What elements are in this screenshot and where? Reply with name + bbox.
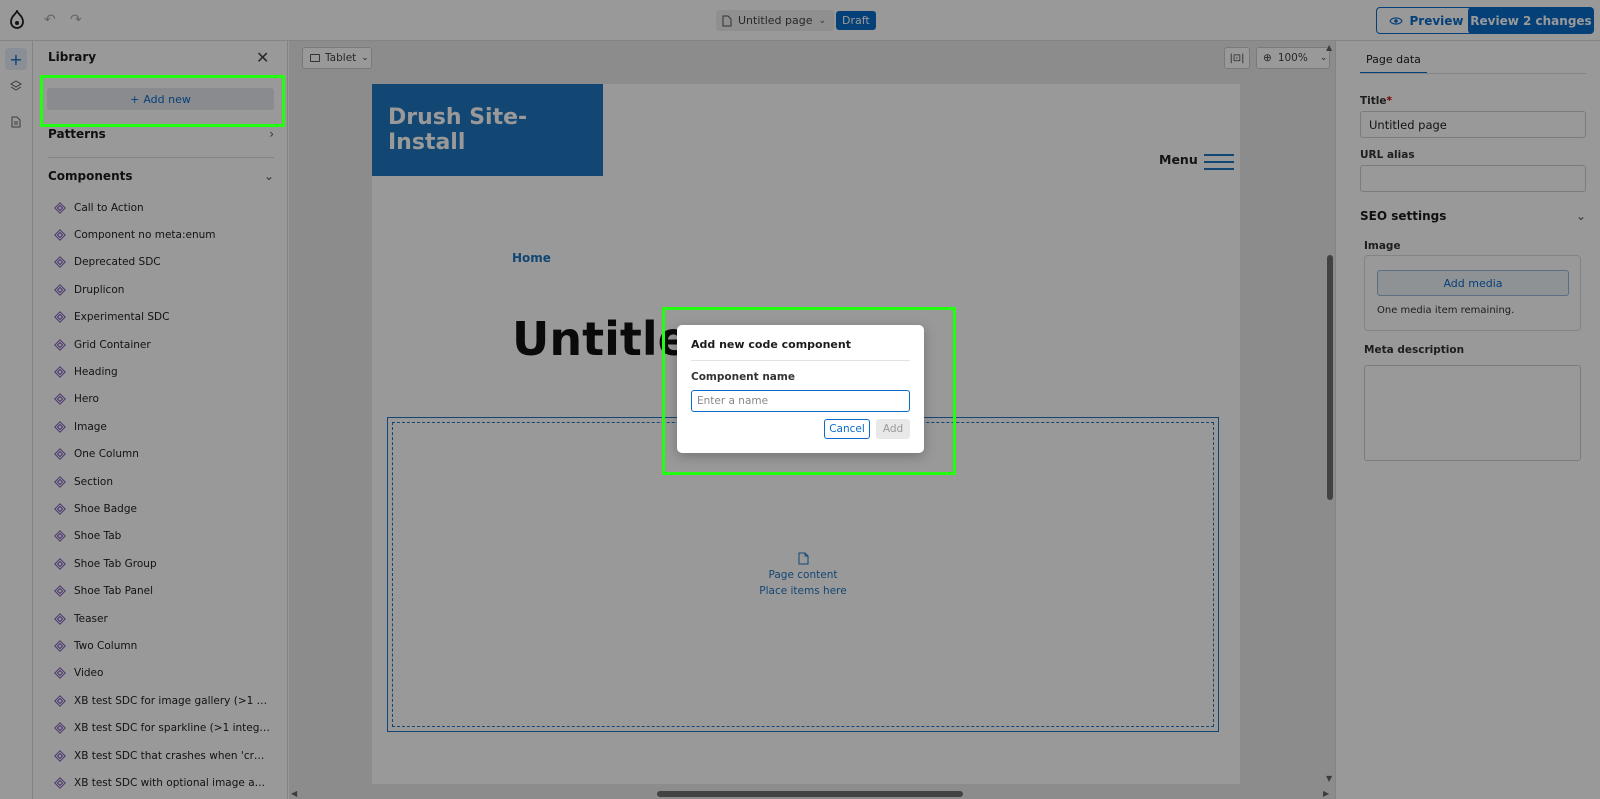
divider: [691, 360, 910, 361]
add-code-component-dialog: Add new code component Component name Ca…: [677, 325, 924, 453]
cancel-button[interactable]: Cancel: [824, 419, 870, 439]
dialog-title: Add new code component: [691, 338, 851, 351]
component-name-label: Component name: [691, 371, 795, 383]
component-name-input[interactable]: [691, 390, 910, 412]
add-button[interactable]: Add: [876, 419, 910, 439]
